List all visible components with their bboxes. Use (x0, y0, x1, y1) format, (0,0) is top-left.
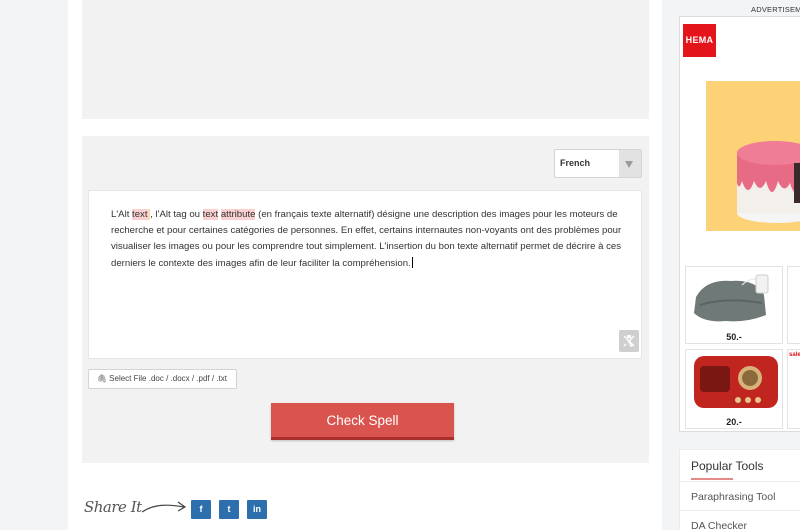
cake-image (737, 141, 800, 223)
linkedin-icon: in (253, 504, 261, 514)
facebook-share-button[interactable]: f (191, 500, 211, 519)
flagged-word[interactable]: text (202, 209, 219, 220)
product-tile[interactable]: sale (787, 349, 800, 429)
select-file-button[interactable]: 🖇 Select File .doc / .docx / .pdf / .txt (88, 369, 237, 389)
hema-logo: HEMA (683, 24, 716, 57)
sale-tag: sale (789, 352, 800, 358)
advertisement-banner[interactable]: HEMA 50.- 20.- sale (679, 16, 800, 432)
linkedin-share-button[interactable]: in (247, 500, 267, 519)
product-price: 50.- (726, 332, 742, 342)
editor-text-segment: , l'Alt tag ou (150, 209, 203, 220)
title-underline (691, 478, 733, 480)
twitter-share-button[interactable]: t (219, 500, 239, 519)
language-select[interactable]: French (554, 149, 642, 178)
select-file-label: Select File .doc / .docx / .pdf / .txt (109, 374, 227, 383)
divider (680, 510, 800, 511)
language-select-value: French (560, 158, 591, 168)
text-editor[interactable]: L'Alt text , l'Alt tag ou text attribute… (88, 190, 642, 359)
facebook-icon: f (199, 504, 203, 514)
advertisement-label: ADVERTISEM (751, 5, 800, 14)
editor-text-segment: L'Alt (111, 209, 133, 220)
blanket-image (694, 274, 769, 322)
popular-tools-widget: Popular Tools Paraphrasing Tool DA Check… (679, 449, 800, 530)
product-image (788, 267, 800, 327)
arrow-icon (141, 501, 187, 513)
flagged-word[interactable]: attribute (220, 209, 256, 220)
product-price: 20.- (726, 417, 742, 427)
flagged-word[interactable]: text (132, 209, 148, 220)
radio-image (694, 356, 778, 408)
product-tile[interactable]: 50.- (685, 266, 783, 344)
text-caret (411, 256, 413, 268)
divider (680, 481, 800, 482)
product-tile[interactable]: 20.- (685, 349, 783, 429)
chevron-down-icon (619, 150, 641, 177)
product-tile[interactable] (787, 266, 800, 344)
popular-tool-link[interactable]: DA Checker (691, 520, 747, 530)
twitter-icon: t (227, 504, 231, 514)
editor-content[interactable]: L'Alt text , l'Alt tag ou text attribute… (111, 207, 629, 272)
top-panel (82, 0, 649, 119)
clear-text-button[interactable] (619, 330, 639, 352)
popular-tools-title: Popular Tools (691, 459, 764, 473)
eraser-icon (623, 335, 635, 347)
check-spell-button[interactable]: Check Spell (271, 403, 454, 440)
popular-tool-link[interactable]: Paraphrasing Tool (691, 491, 775, 503)
paperclip-icon: 🖇 (97, 374, 108, 383)
share-label: Share It (84, 498, 142, 516)
